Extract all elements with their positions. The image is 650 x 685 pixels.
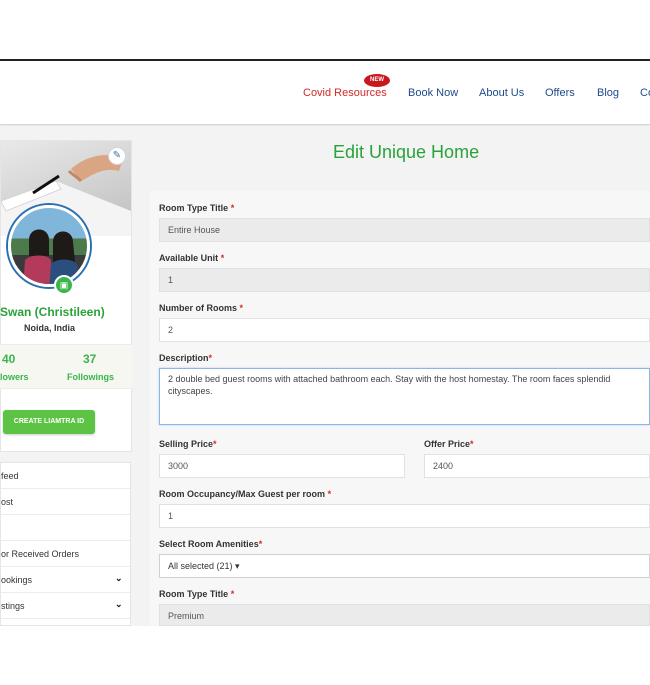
- offer-price-label: Offer Price*: [424, 439, 474, 449]
- sidebar-item-label: stings: [1, 601, 25, 611]
- nav-covid-resources[interactable]: Covid Resources: [303, 87, 387, 99]
- followings-label[interactable]: Followings: [67, 372, 114, 382]
- occupancy-input[interactable]: 1: [159, 504, 650, 528]
- offer-price-input[interactable]: 2400: [424, 454, 650, 478]
- room-type-title-input[interactable]: Entire House: [159, 218, 650, 242]
- screenshot-frame: NEW Covid Resources Book Now About Us Of…: [0, 0, 650, 685]
- selling-price-label: Selling Price*: [159, 439, 217, 449]
- room-type-title-label: Room Type Title *: [159, 203, 235, 213]
- edit-icon[interactable]: ✎: [108, 147, 126, 165]
- number-of-rooms-input[interactable]: 2: [159, 318, 650, 342]
- chevron-down-icon: ⌄: [115, 573, 123, 583]
- description-label: Description*: [159, 353, 213, 363]
- sidebar-item-bookings[interactable]: ookings ⌄: [1, 567, 130, 593]
- followings-count[interactable]: 37: [83, 352, 96, 366]
- number-of-rooms-label: Number of Rooms *: [159, 303, 244, 313]
- nav-blog[interactable]: Blog: [597, 87, 619, 99]
- page-title: Edit Unique Home: [333, 142, 480, 162]
- sidebar-item-blank[interactable]: [1, 515, 130, 541]
- profile-card: [0, 140, 132, 452]
- occupancy-label: Room Occupancy/Max Guest per room *: [159, 489, 332, 499]
- sidebar-item-label: feed: [1, 471, 19, 481]
- profile-name: Swan (Christileen): [0, 305, 105, 319]
- camera-icon[interactable]: ▣: [54, 275, 74, 295]
- profile-location: Noida, India: [24, 323, 76, 333]
- available-unit-label: Available Unit *: [159, 253, 225, 263]
- followers-label[interactable]: lowers: [0, 372, 29, 382]
- nav-about-us[interactable]: About Us: [479, 87, 524, 99]
- sidebar-item-feed[interactable]: feed: [1, 463, 130, 489]
- new-badge: NEW: [364, 74, 390, 87]
- selling-price-input[interactable]: 3000: [159, 454, 405, 478]
- sidebar-item-label: ost: [1, 497, 14, 507]
- avatar: [8, 205, 90, 287]
- sidebar-item-post[interactable]: ost: [1, 489, 130, 515]
- nav-offers[interactable]: Offers: [545, 87, 575, 99]
- sidebar-item-listings[interactable]: stings ⌄: [1, 593, 130, 619]
- description-textarea[interactable]: 2 double bed guest rooms with attached b…: [159, 368, 650, 425]
- create-liamtra-id-button[interactable]: CREATE LIAMTRA ID: [3, 410, 95, 434]
- nav-book-now[interactable]: Book Now: [408, 87, 458, 99]
- amenities-select[interactable]: All selected (21) ▾: [159, 554, 650, 578]
- amenities-label: Select Room Amenities*: [159, 539, 263, 549]
- sidebar-item-label: ookings: [1, 575, 33, 585]
- followers-count[interactable]: 40: [2, 352, 15, 366]
- profile-stats: [0, 344, 132, 389]
- chevron-down-icon: ⌄: [115, 599, 123, 609]
- sidebar-item-orders[interactable]: or Received Orders: [1, 541, 130, 567]
- bottom-margin: [0, 626, 650, 685]
- room-type-title-2-label: Room Type Title *: [159, 589, 235, 599]
- sidebar-item-label: or Received Orders: [1, 549, 80, 559]
- room-type-title-2-input[interactable]: Premium: [159, 604, 650, 626]
- nav-contact[interactable]: Co: [640, 87, 650, 99]
- amenities-select-value: All selected (21): [168, 561, 233, 571]
- sidebar-menu: feed ost or Received Orders ookings ⌄ st…: [0, 462, 131, 626]
- caret-down-icon: ▾: [235, 561, 240, 571]
- available-unit-input[interactable]: 1: [159, 268, 650, 292]
